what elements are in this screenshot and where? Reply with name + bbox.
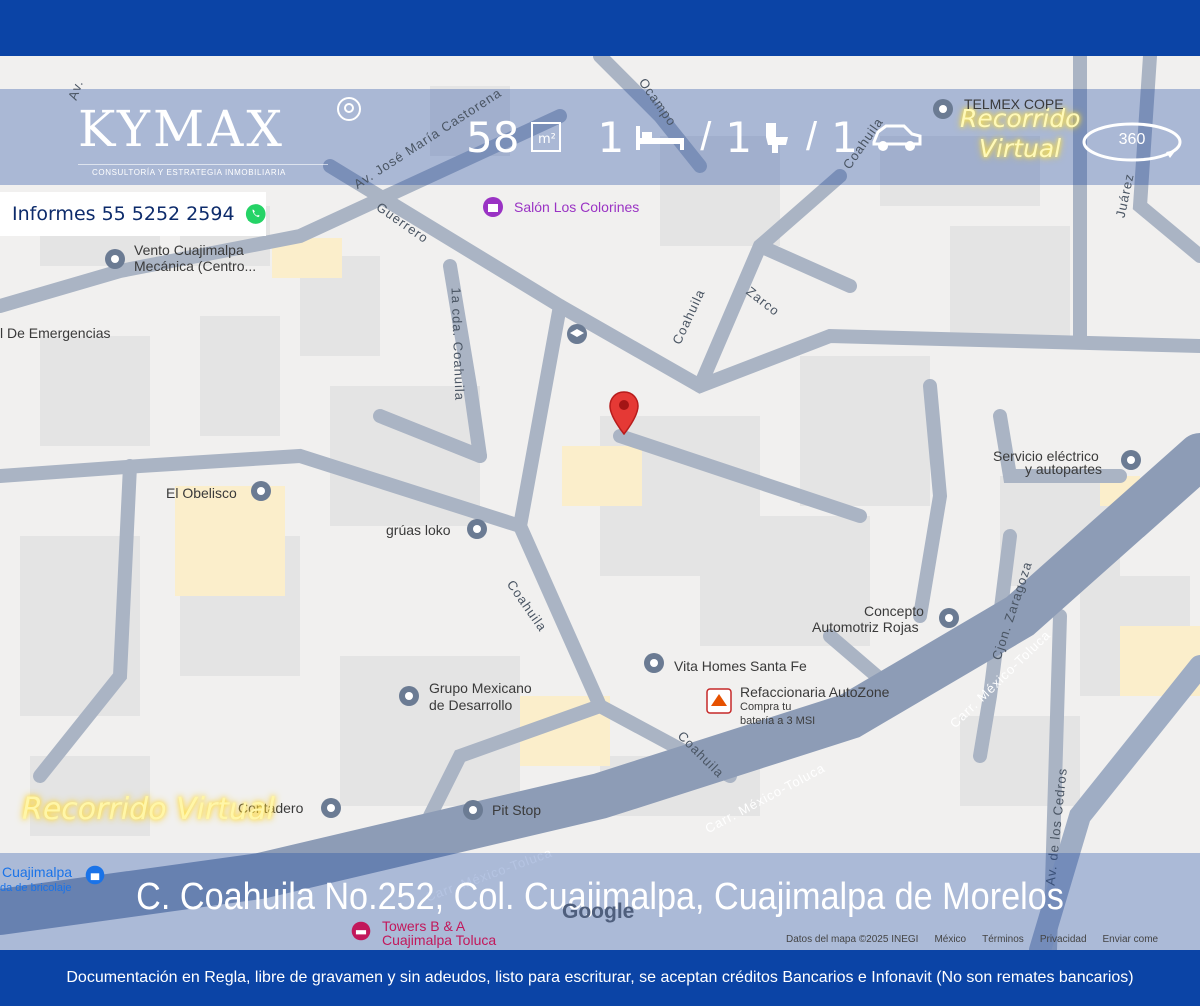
area-value: 58 bbox=[466, 112, 520, 162]
telmex-place-icon[interactable] bbox=[930, 96, 956, 122]
logo-divider bbox=[78, 164, 328, 165]
place-grupo-line1[interactable]: Grupo Mexicano bbox=[429, 680, 532, 696]
place-autozone[interactable]: Refaccionaria AutoZone bbox=[740, 684, 889, 700]
place-telmex[interactable]: TELMEX COPE bbox=[964, 96, 1064, 112]
top-blue-strip bbox=[0, 0, 1200, 56]
attribution-feedback-link[interactable]: Enviar come bbox=[1103, 934, 1159, 945]
attribution-privacy-link[interactable]: Privacidad bbox=[1040, 934, 1087, 945]
whatsapp-icon[interactable] bbox=[245, 202, 266, 226]
brand-name: KYMAX bbox=[78, 100, 285, 158]
toilet-icon bbox=[766, 123, 789, 153]
place-grupo-line2[interactable]: de Desarrollo bbox=[429, 697, 512, 713]
badge-360-text: 360 bbox=[1118, 131, 1146, 148]
place-salon[interactable]: Salón Los Colorines bbox=[514, 199, 639, 215]
place-servicio-line2[interactable]: y autopartes bbox=[1025, 461, 1102, 477]
event-venue-icon[interactable] bbox=[480, 194, 506, 220]
place-vento-line2[interactable]: Mecánica (Centro... bbox=[134, 258, 256, 274]
kymax-logo[interactable]: KYMAX CONSULTORÍA Y ESTRATEGIA INMOBILIA… bbox=[78, 97, 368, 180]
virtual-tour-bottom[interactable]: Recorrido Virtual bbox=[22, 792, 275, 827]
location-ring-icon bbox=[337, 97, 361, 121]
vento-place-icon[interactable] bbox=[102, 246, 128, 272]
footer-disclaimer: Documentación en Regla, libre de gravame… bbox=[66, 969, 1134, 986]
attribution-country[interactable]: México bbox=[934, 934, 966, 945]
place-concepto-line1[interactable]: Concepto bbox=[864, 603, 924, 619]
gruas-place-icon[interactable] bbox=[464, 516, 490, 542]
place-pitstop[interactable]: Pit Stop bbox=[492, 802, 541, 818]
place-autozone-promo2: batería a 3 MSI bbox=[740, 715, 816, 727]
attribution-data: Datos del mapa ©2025 INEGI bbox=[786, 934, 919, 945]
google-logo: Google bbox=[562, 900, 635, 923]
place-towers-line2[interactable]: Cuajimalpa Toluca bbox=[382, 932, 496, 948]
separator-2: / bbox=[806, 114, 818, 159]
map-attribution: Datos del mapa ©2025 INEGI México Términ… bbox=[786, 934, 1158, 945]
place-concepto-line2[interactable]: Automotriz Rojas bbox=[812, 619, 919, 635]
place-emergencias[interactable]: l De Emergencias bbox=[0, 325, 111, 341]
school-icon[interactable] bbox=[564, 321, 590, 347]
attribution-terms-link[interactable]: Términos bbox=[982, 934, 1024, 945]
contadero-place-icon[interactable] bbox=[318, 795, 344, 821]
vita-place-icon[interactable] bbox=[641, 650, 667, 676]
footer-bar: Documentación en Regla, libre de gravame… bbox=[0, 950, 1200, 1006]
place-gruas[interactable]: grúas loko bbox=[386, 522, 451, 538]
separator-1: / bbox=[700, 114, 712, 159]
place-obelisco[interactable]: El Obelisco bbox=[166, 485, 237, 501]
concepto-place-icon[interactable] bbox=[936, 605, 962, 631]
svg-text:m²: m² bbox=[538, 132, 556, 147]
contact-box[interactable]: Informes 55 5252 2594 bbox=[0, 192, 266, 236]
bathrooms-value: 1 bbox=[725, 112, 753, 162]
grupo-place-icon[interactable] bbox=[396, 683, 422, 709]
place-vita[interactable]: Vita Homes Santa Fe bbox=[674, 658, 807, 674]
place-vento-line1[interactable]: Vento Cuajimalpa bbox=[134, 242, 244, 258]
virtual-tour-line2: Virtual bbox=[978, 134, 1062, 163]
contact-phone: Informes 55 5252 2594 bbox=[12, 203, 235, 225]
area-m2-icon: m² bbox=[531, 122, 562, 152]
virtual-tour-link[interactable]: Recorrido Virtual bbox=[960, 104, 1080, 164]
bed-icon bbox=[636, 126, 685, 150]
obelisco-place-icon[interactable] bbox=[248, 478, 274, 504]
servicio-place-icon[interactable] bbox=[1118, 447, 1144, 473]
tour-360-badge[interactable]: 360 bbox=[1080, 118, 1184, 166]
autozone-logo-icon[interactable] bbox=[706, 688, 732, 714]
property-location-pin-icon[interactable] bbox=[608, 390, 640, 436]
bedrooms-value: 1 bbox=[597, 112, 625, 162]
pitstop-place-icon[interactable] bbox=[460, 797, 486, 823]
hotel-icon[interactable] bbox=[350, 920, 372, 942]
brand-tagline: CONSULTORÍA Y ESTRATEGIA INMOBILIARIA bbox=[92, 168, 286, 177]
